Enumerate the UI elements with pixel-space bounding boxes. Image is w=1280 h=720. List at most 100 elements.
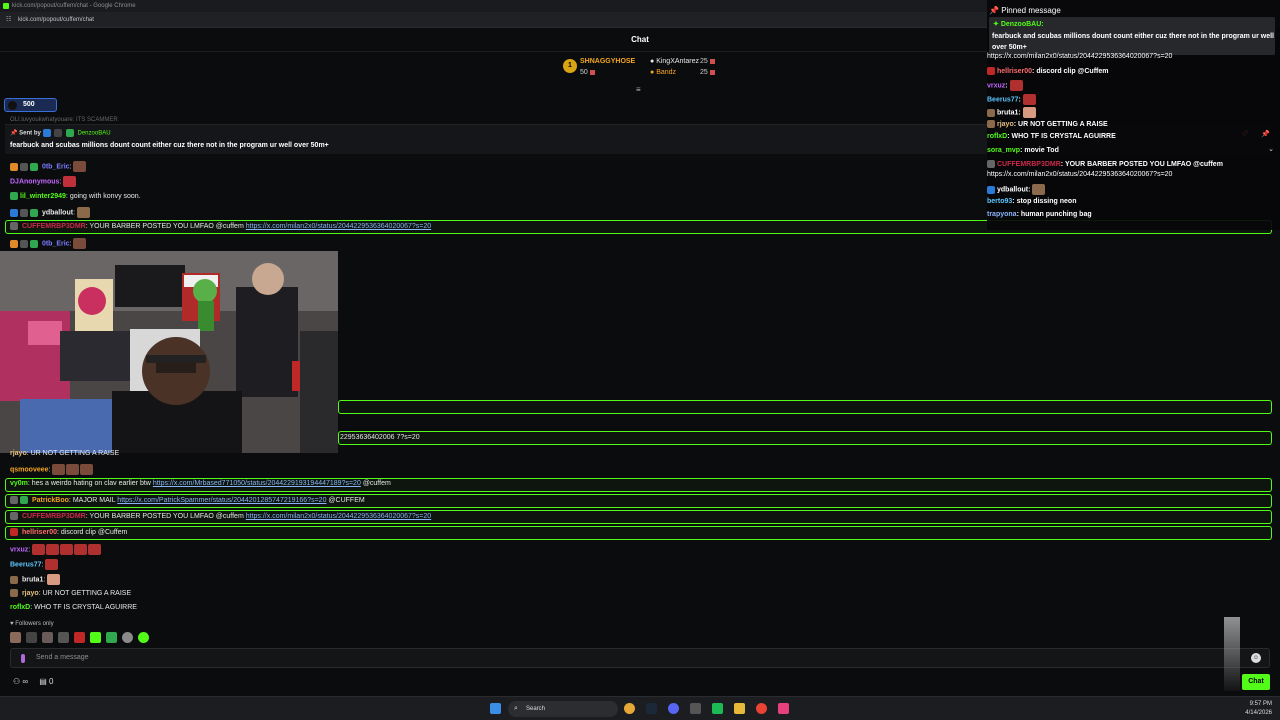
badge-icon bbox=[10, 222, 18, 230]
chat-username[interactable]: rjayo bbox=[22, 590, 39, 597]
pin-icon[interactable]: 📌 bbox=[1261, 130, 1270, 138]
chat-username[interactable]: vrxuz bbox=[10, 546, 28, 553]
chat-username[interactable]: CUFFEMRBP3DMR bbox=[22, 513, 86, 520]
message-placeholder[interactable]: Send a message bbox=[36, 649, 89, 667]
badge-icon bbox=[10, 528, 18, 536]
overlay-username[interactable]: roflxD bbox=[987, 133, 1007, 140]
emote-icon[interactable] bbox=[89, 632, 101, 643]
overlay-chat-panel: 📌 Pinned message ✦ DenzooBAU: fearbuck a… bbox=[987, 0, 1280, 230]
pinned-sender-name[interactable]: DenzooBAU bbox=[78, 131, 111, 137]
chat-link[interactable]: https://x.com/milan2x0/status/2044229536… bbox=[246, 223, 431, 230]
chat-username[interactable]: CUFFEMRBP3DMR bbox=[22, 223, 86, 230]
chat-message: 0tb_Eric: bbox=[10, 238, 87, 249]
followers-only-text: Followers only bbox=[15, 621, 54, 627]
emote-icon bbox=[32, 544, 46, 555]
emoji-picker-icon[interactable]: ☺ bbox=[1251, 653, 1261, 663]
emote-icon[interactable] bbox=[57, 632, 69, 643]
webcam-overlay bbox=[0, 251, 338, 453]
taskbar-search[interactable]: ⌕ Search bbox=[508, 701, 618, 717]
gift-icon bbox=[589, 69, 595, 75]
url-text[interactable]: kick.com/popout/cuffem/chat bbox=[18, 17, 94, 23]
message-input[interactable]: Send a message ☺ bbox=[10, 648, 1270, 668]
chat-username[interactable]: DJAnonymous bbox=[10, 178, 59, 185]
emote-icon[interactable] bbox=[105, 632, 117, 643]
emote-icon bbox=[1032, 184, 1046, 195]
quick-emote-row bbox=[10, 632, 152, 644]
chat-message: bruta1: bbox=[10, 574, 61, 585]
chat-mention[interactable]: @cuffem bbox=[363, 480, 391, 487]
leader-top-name[interactable]: SHNAGGYHOSE bbox=[580, 58, 635, 65]
badge-icon bbox=[987, 160, 995, 168]
chat-link[interactable]: https://x.com/PatrickSpammer/status/2044… bbox=[117, 497, 326, 504]
file-explorer-icon[interactable] bbox=[734, 703, 745, 714]
chat-username[interactable]: 0tb_Eric bbox=[42, 240, 70, 247]
overlay-username[interactable]: ydballout bbox=[997, 186, 1028, 193]
overlay-username[interactable]: CUFFEMRBP3DMR bbox=[997, 161, 1061, 168]
app-icon[interactable] bbox=[778, 703, 789, 714]
emote-icon[interactable] bbox=[73, 632, 85, 643]
overlay-username[interactable]: sora_mvp bbox=[987, 147, 1020, 154]
site-info-icon[interactable]: ☷ bbox=[6, 17, 12, 23]
chat-username[interactable]: qsmooveee bbox=[10, 466, 49, 473]
leader-third-name[interactable]: ● Bandz bbox=[650, 69, 676, 76]
overlay-username[interactable]: vrxuz bbox=[987, 82, 1005, 89]
streamer-webcam-image bbox=[0, 251, 338, 453]
overlay-username[interactable]: Beerus77 bbox=[987, 96, 1019, 103]
overlay-link[interactable]: https://x.com/milan2x0/status/2044229536… bbox=[987, 53, 1172, 60]
microphone-icon[interactable] bbox=[21, 654, 25, 663]
chat-username[interactable]: lil_winter2949 bbox=[20, 193, 66, 200]
chat-mention[interactable]: @CUFFEM bbox=[328, 497, 364, 504]
users-icon[interactable]: ⚇ bbox=[13, 677, 20, 686]
emote-icon[interactable] bbox=[137, 632, 149, 643]
leader-top-value-wrap: 50 bbox=[580, 69, 595, 76]
chevron-down-icon[interactable]: ⌄ bbox=[1268, 145, 1274, 153]
steam-icon[interactable] bbox=[646, 703, 657, 714]
chat-message: DJAnonymous: bbox=[10, 176, 77, 187]
emote-icon bbox=[63, 176, 77, 187]
overlay-username[interactable]: trapyona bbox=[987, 211, 1017, 218]
system-tray-clock[interactable]: 9:57 PM 4/14/2026 bbox=[1245, 700, 1272, 718]
chat-username[interactable]: PatrickBoo bbox=[32, 497, 69, 504]
emote-icon bbox=[60, 544, 74, 555]
emote-icon[interactable] bbox=[10, 632, 21, 643]
chat-username[interactable]: hellriser00 bbox=[22, 529, 57, 536]
gift-goal-pill[interactable]: 500 bbox=[4, 98, 57, 112]
chat-username[interactable]: ydballout bbox=[42, 209, 73, 216]
chat-username[interactable]: vy0m bbox=[10, 480, 28, 487]
overlay-message: rjayo: UR NOT GETTING A RAISE bbox=[987, 120, 1108, 128]
chat-username[interactable]: roflxD bbox=[10, 604, 30, 611]
expand-leaderboard-icon[interactable]: ≡ bbox=[636, 85, 641, 94]
chat-link-fragment[interactable]: 22953636402006 7?s=20 bbox=[340, 434, 420, 441]
chat-username[interactable]: 0tb_Eric bbox=[42, 163, 70, 170]
chat-message: ydballout: bbox=[10, 207, 91, 218]
windows-start-icon[interactable] bbox=[490, 703, 501, 714]
overlay-username[interactable]: berto93 bbox=[987, 198, 1012, 205]
chat-text: going with konvy soon. bbox=[69, 192, 141, 200]
faded-chat-line: OLI.luvyoukwhatyouare: ITS SCAMMER bbox=[10, 117, 118, 123]
chrome-window-icon[interactable] bbox=[756, 703, 767, 714]
gift-icon[interactable]: ▤ bbox=[39, 677, 47, 686]
discord-icon[interactable] bbox=[668, 703, 679, 714]
app-icon[interactable] bbox=[712, 703, 723, 714]
sent-by-label: Sent by bbox=[19, 130, 41, 137]
overlay-link[interactable]: https://x.com/milan2x0/status/2044229536… bbox=[987, 171, 1172, 178]
overlay-username[interactable]: hellriser00 bbox=[997, 68, 1032, 75]
overlay-text: discord clip @Cuffem bbox=[1036, 67, 1109, 75]
chat-username[interactable]: Beerus77 bbox=[10, 561, 42, 568]
chat-link[interactable]: https://x.com/Mrbased771050/status/20442… bbox=[153, 480, 361, 487]
leader-second-name[interactable]: ● KingXAntarez bbox=[650, 58, 699, 65]
chrome-icon[interactable] bbox=[624, 703, 635, 714]
chat-username[interactable]: bruta1 bbox=[22, 576, 43, 583]
emote-icon[interactable] bbox=[25, 632, 37, 643]
emote-icon[interactable] bbox=[41, 632, 53, 643]
send-chat-button[interactable]: Chat bbox=[1242, 674, 1270, 690]
overlay-username[interactable]: rjayo bbox=[997, 121, 1014, 128]
pinned-user[interactable]: ✦ DenzooBAU: bbox=[993, 20, 1044, 28]
chat-link[interactable]: https://x.com/milan2x0/status/2044229536… bbox=[246, 513, 431, 520]
emote-icon[interactable] bbox=[121, 632, 133, 643]
chat-username[interactable]: rjayo bbox=[10, 450, 27, 457]
overlay-username[interactable]: bruta1 bbox=[997, 109, 1018, 116]
app-icon[interactable] bbox=[690, 703, 701, 714]
windows-taskbar: ⌕ Search 9:57 PM 4/14/2026 bbox=[0, 696, 1280, 720]
emote-icon bbox=[73, 161, 87, 172]
